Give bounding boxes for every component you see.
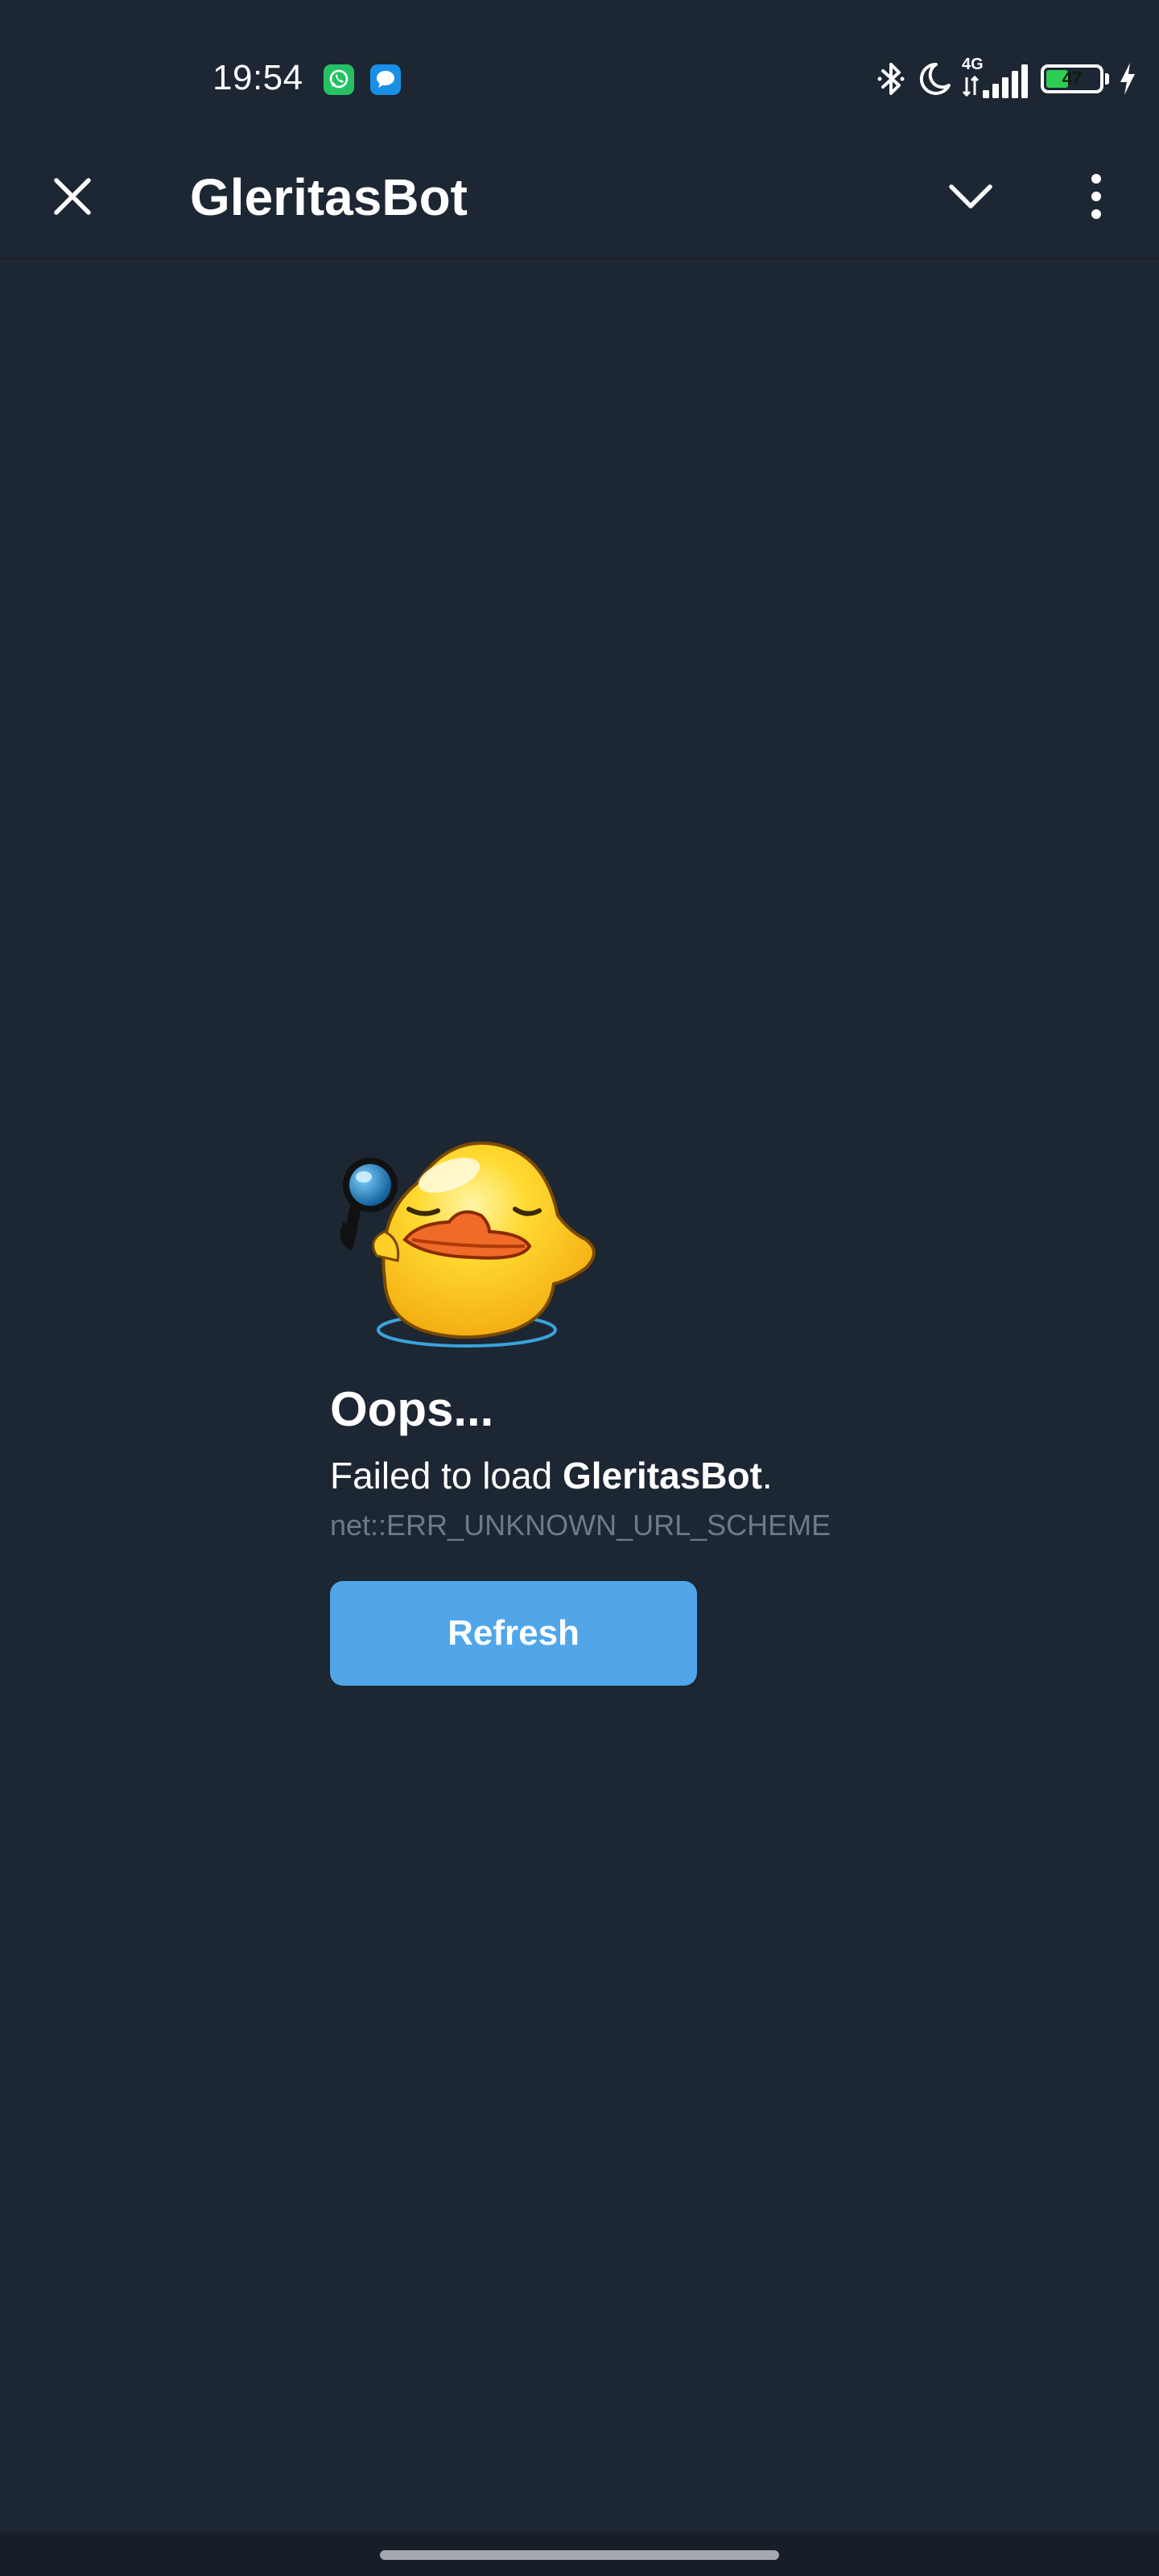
home-indicator[interactable] (380, 2550, 779, 2560)
system-navigation-bar (0, 2533, 1159, 2576)
network-type: 4G (962, 56, 984, 73)
battery-level: 47 (1062, 68, 1083, 89)
messages-icon (370, 64, 401, 95)
error-message-suffix: . (761, 1455, 773, 1496)
page-title: GleritasBot (190, 168, 468, 226)
whatsapp-icon (324, 64, 354, 95)
refresh-button[interactable]: Refresh (330, 1581, 697, 1686)
chevron-down-icon (949, 184, 992, 208)
bluetooth-icon (877, 63, 905, 95)
close-button[interactable] (32, 156, 113, 237)
do-not-disturb-moon-icon (919, 62, 951, 95)
top-app-bar: GleritasBot (0, 145, 1159, 259)
more-vertical-icon (1091, 174, 1101, 219)
status-time: 19:54 (212, 58, 303, 97)
status-icons: 4G 47 (875, 56, 1136, 101)
duck-with-magnifier-sticker (328, 1119, 602, 1360)
error-message-prefix: Failed to load (330, 1455, 563, 1496)
more-options-button[interactable] (1056, 156, 1136, 237)
cellular-signal-icon: 4G (962, 56, 1031, 101)
collapse-button[interactable] (930, 156, 1011, 237)
close-icon (54, 178, 91, 215)
error-title: Oops... (330, 1382, 494, 1436)
charging-bolt-icon (1120, 63, 1135, 95)
battery-icon: 47 (1041, 64, 1109, 93)
error-message: Failed to load GleritasBot. (330, 1454, 773, 1497)
error-message-bot-name: GleritasBot (562, 1455, 762, 1496)
error-code: net::ERR_UNKNOWN_URL_SCHEME (330, 1509, 831, 1542)
status-bar: 19:54 4G 47 (0, 0, 1159, 145)
